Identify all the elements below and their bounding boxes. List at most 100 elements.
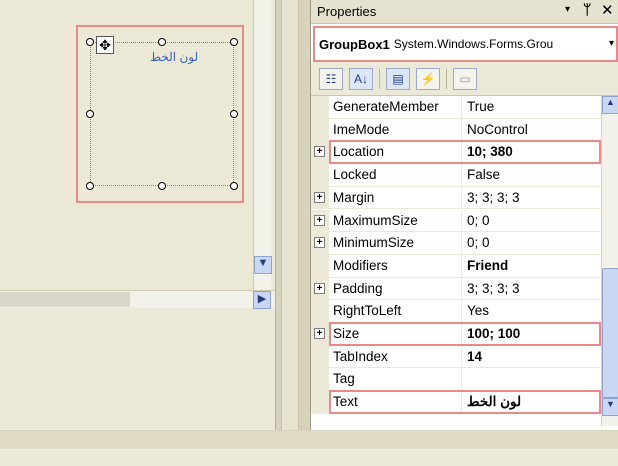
move-handle-icon[interactable]: ✥	[96, 36, 114, 54]
column-divider	[461, 345, 462, 368]
toolbar-divider	[379, 68, 380, 89]
property-row-text[interactable]: Text لون الخط	[311, 390, 601, 414]
column-divider	[461, 300, 462, 322]
property-value[interactable]: 0; 0	[467, 213, 490, 228]
column-divider	[461, 164, 462, 186]
property-value[interactable]: 14	[467, 349, 482, 364]
property-pages-button[interactable]: ▭	[453, 67, 477, 90]
property-value[interactable]: False	[467, 167, 500, 182]
property-name: Tag	[333, 371, 355, 387]
property-value[interactable]: 0; 0	[467, 235, 490, 250]
status-bar	[0, 430, 618, 466]
row-gutter	[311, 96, 329, 118]
toolbar-divider	[446, 68, 447, 89]
property-grid: GenerateMember True ImeMode NoControl + Locat…	[311, 96, 601, 426]
property-value[interactable]: True	[467, 99, 494, 114]
property-value[interactable]: 3; 3; 3; 3	[467, 190, 520, 205]
property-name: TabIndex	[333, 348, 388, 364]
property-row-size[interactable]: + Size 100; 100	[311, 322, 601, 346]
close-icon[interactable]: ✕	[601, 1, 614, 19]
object-selector-combobox[interactable]: GroupBox1 System.Windows.Forms.Grou ▾	[313, 26, 618, 62]
property-row-maximumsize[interactable]: + MaximumSize 0; 0	[311, 209, 601, 233]
column-divider	[461, 254, 462, 277]
events-button[interactable]: ⚡	[416, 67, 440, 90]
resize-handle-top-right[interactable]	[230, 38, 238, 46]
designer-horizontal-scrollbar[interactable]: ▶	[0, 290, 275, 309]
column-divider	[461, 118, 462, 141]
row-gutter	[311, 300, 329, 322]
property-row-tag[interactable]: Tag	[311, 368, 601, 392]
property-name: MaximumSize	[333, 212, 418, 228]
property-row-location[interactable]: + Location 10; 380	[311, 140, 601, 165]
splitter-grip[interactable]	[281, 0, 299, 430]
property-row-generatemember[interactable]: GenerateMember True	[311, 96, 601, 119]
property-name: Padding	[333, 280, 383, 296]
properties-view-button[interactable]: ▤	[386, 67, 410, 90]
resize-handle-middle-right[interactable]	[230, 110, 238, 118]
expand-icon[interactable]: +	[314, 282, 325, 294]
categorized-button[interactable]: ☷	[319, 67, 343, 90]
resize-handle-bottom-left[interactable]	[86, 182, 94, 190]
property-row-minimumsize[interactable]: + MinimumSize 0; 0	[311, 232, 601, 255]
property-name: MinimumSize	[333, 235, 415, 251]
property-row-tabindex[interactable]: TabIndex 14	[311, 345, 601, 369]
designer-vertical-scrollbar[interactable]: ▼	[253, 0, 272, 290]
property-value[interactable]: Friend	[467, 258, 508, 273]
property-name: Modifiers	[333, 257, 388, 273]
properties-titlebar: Properties	[311, 0, 618, 24]
resize-handle-bottom-right[interactable]	[230, 182, 238, 190]
property-grid-scrollbar[interactable]: ▲ ▼	[601, 96, 618, 426]
resize-handle-top-center[interactable]	[158, 38, 166, 46]
alphabetical-button[interactable]: A↓	[349, 67, 373, 90]
property-value[interactable]: 3; 3; 3; 3	[467, 281, 520, 296]
row-gutter	[311, 391, 329, 413]
property-row-imemode[interactable]: ImeMode NoControl	[311, 118, 601, 142]
row-gutter	[311, 164, 329, 186]
column-divider	[461, 232, 462, 254]
chevron-down-icon[interactable]: ▾	[609, 38, 614, 49]
resize-handle-bottom-center[interactable]	[158, 182, 166, 190]
resize-handle-top-left[interactable]	[86, 38, 94, 46]
status-strip	[0, 431, 618, 449]
expand-icon[interactable]: +	[314, 191, 325, 203]
row-gutter	[311, 254, 329, 277]
selected-object-type: System.Windows.Forms.Grou	[393, 37, 554, 51]
expand-icon[interactable]: +	[314, 146, 325, 158]
column-divider	[461, 96, 462, 118]
scroll-down-icon[interactable]: ▼	[602, 398, 618, 416]
column-divider	[461, 277, 462, 300]
expand-icon[interactable]: +	[314, 214, 325, 226]
panel-splitter[interactable]	[275, 0, 310, 430]
property-value[interactable]: Yes	[467, 303, 489, 318]
property-row-padding[interactable]: + Padding 3; 3; 3; 3	[311, 277, 601, 301]
scroll-down-icon[interactable]: ▼	[254, 256, 272, 274]
row-gutter	[311, 345, 329, 368]
scroll-right-icon[interactable]: ▶	[253, 291, 271, 309]
property-row-modifiers[interactable]: Modifiers Friend	[311, 254, 601, 278]
resize-handle-middle-left[interactable]	[86, 110, 94, 118]
selected-object-name: GroupBox1	[319, 36, 390, 52]
row-gutter	[311, 118, 329, 141]
property-row-margin[interactable]: + Margin 3; 3; 3; 3	[311, 186, 601, 210]
property-name: GenerateMember	[333, 99, 439, 114]
property-name: Locked	[333, 167, 377, 183]
property-highlight-box	[329, 322, 601, 346]
property-row-locked[interactable]: Locked False	[311, 164, 601, 187]
scroll-up-icon[interactable]: ▲	[602, 96, 618, 114]
row-gutter	[311, 368, 329, 391]
expand-icon[interactable]: +	[314, 328, 325, 339]
property-value[interactable]: NoControl	[467, 122, 528, 137]
expand-icon[interactable]: +	[314, 237, 325, 249]
form-designer-surface[interactable]: لون الخط ✥ ▼	[0, 0, 275, 290]
window-position-dropdown-icon[interactable]: ▾	[565, 4, 570, 15]
horizontal-scroll-thumb[interactable]	[0, 292, 130, 307]
properties-window: Properties ▾ ᛘ ✕ GroupBox1 System.Window…	[310, 0, 618, 430]
properties-title: Properties	[317, 4, 377, 19]
column-divider	[461, 186, 462, 209]
property-grid-scroll-thumb[interactable]	[602, 268, 618, 398]
pin-icon[interactable]: ᛘ	[583, 1, 591, 17]
property-row-righttoleft[interactable]: RightToLeft Yes	[311, 300, 601, 323]
column-divider	[461, 209, 462, 232]
properties-toolbar: ☷ A↓ ▤ ⚡ ▭	[311, 62, 618, 96]
property-highlight-box	[329, 140, 601, 165]
